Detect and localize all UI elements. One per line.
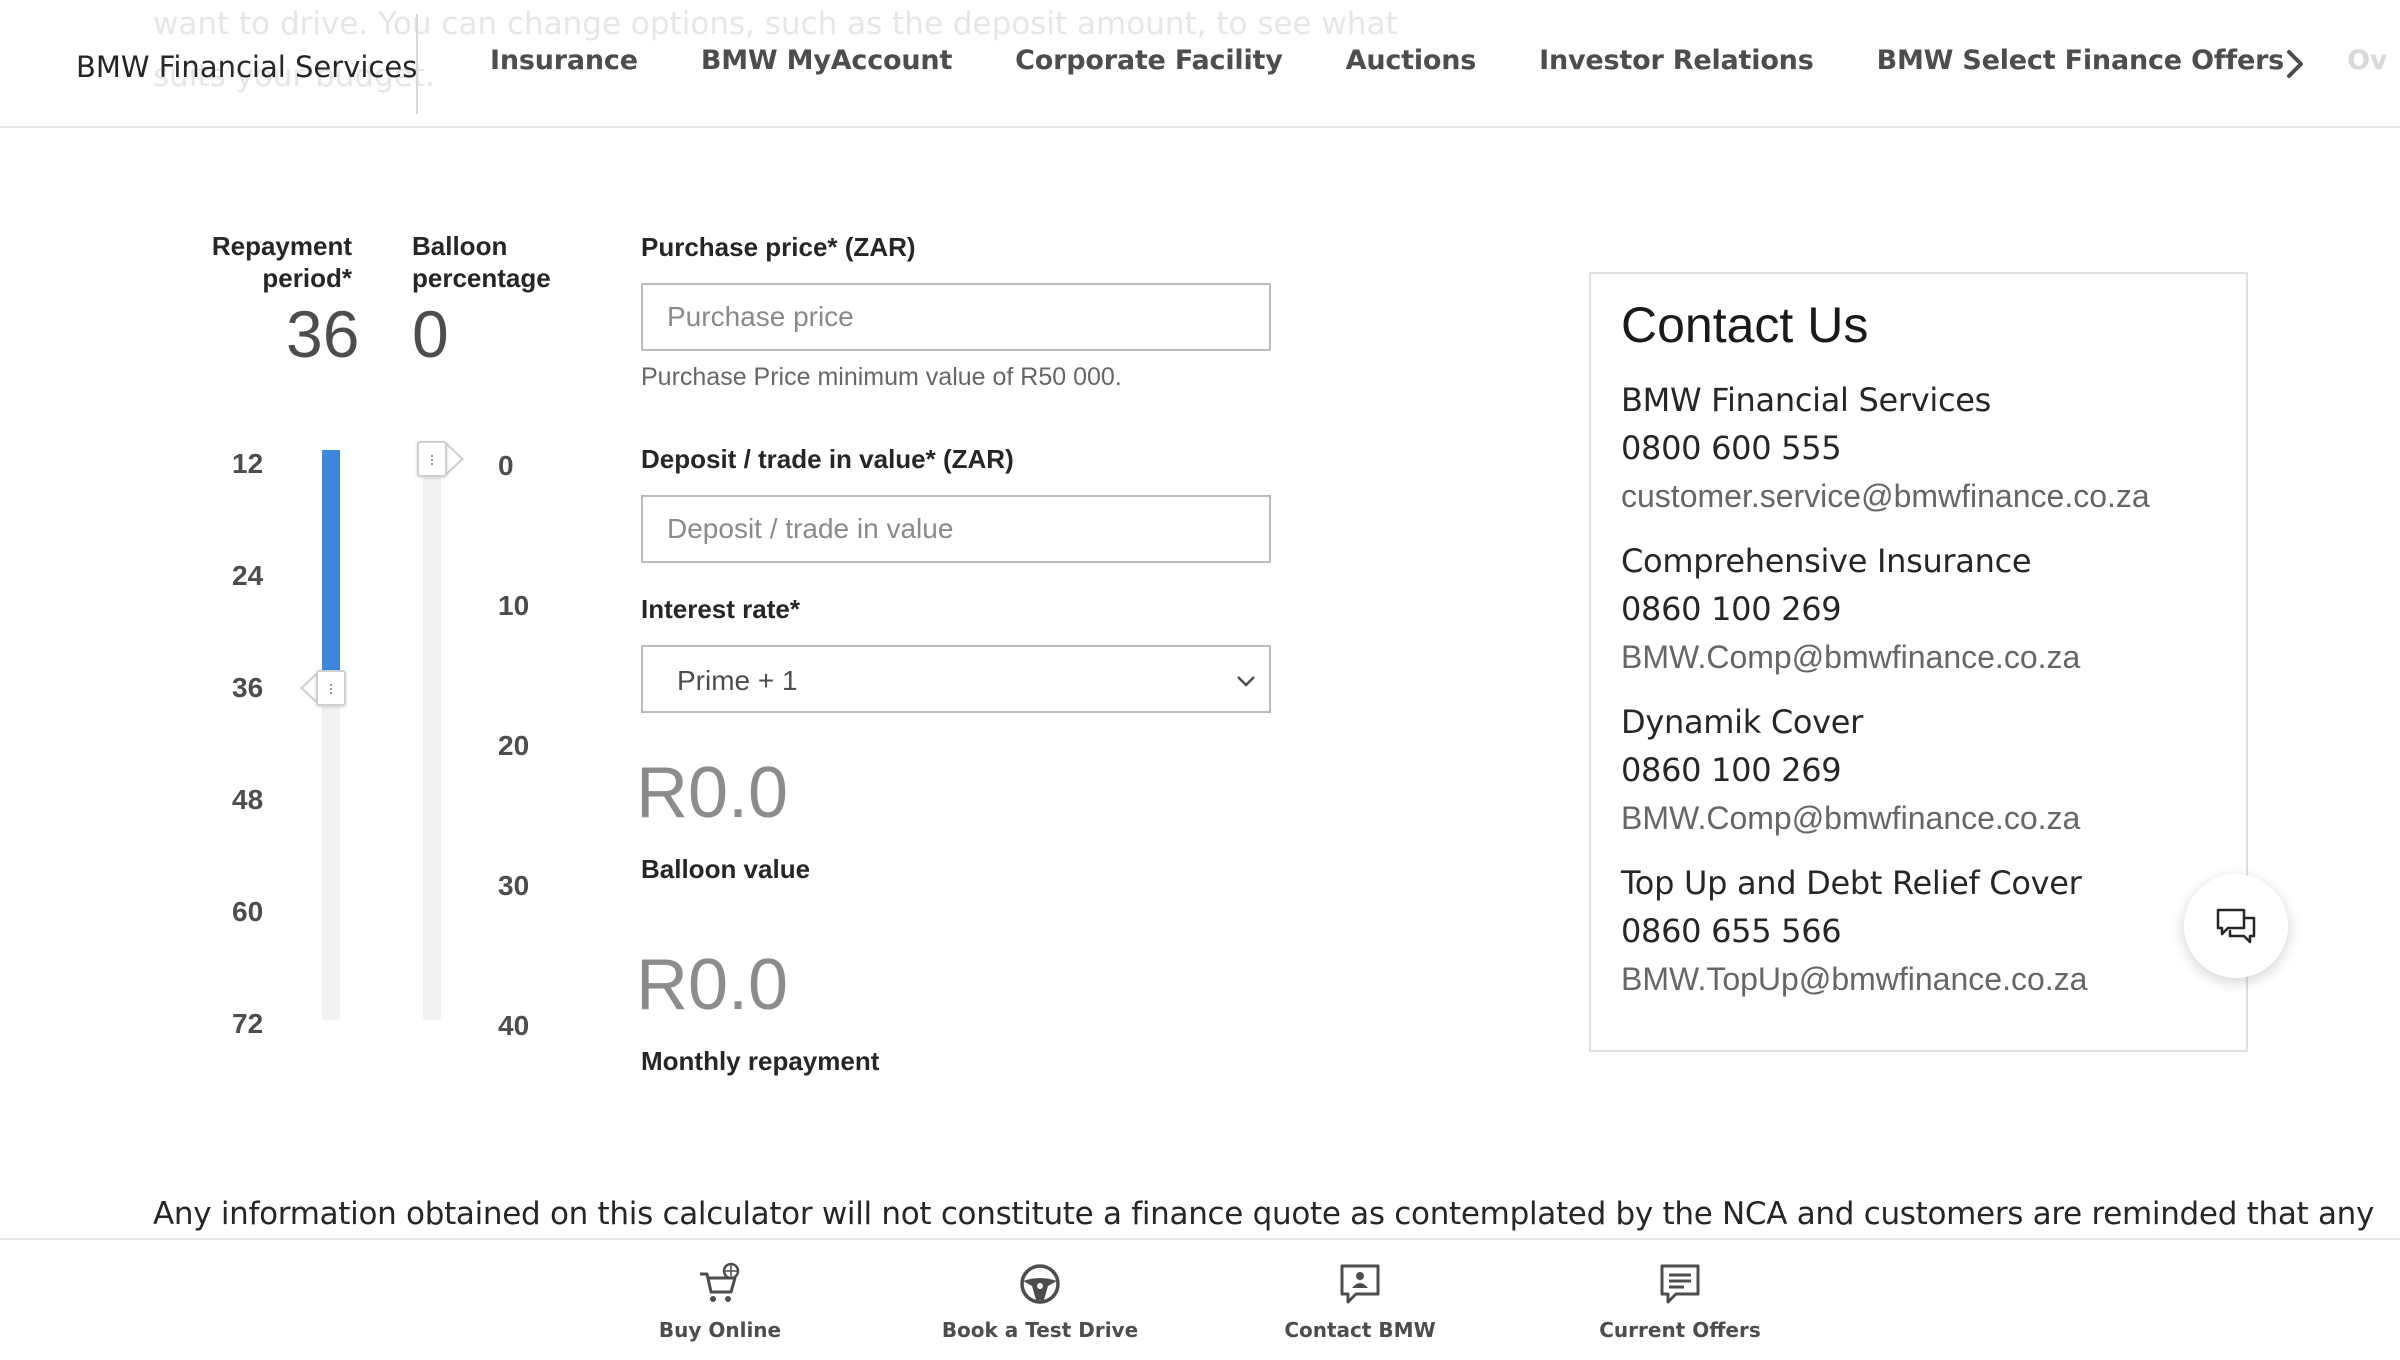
interest-rate-selected: Prime + 1 — [677, 665, 798, 696]
deposit-input[interactable] — [641, 495, 1271, 563]
chat-bubbles-icon — [2216, 908, 2256, 944]
contact-chat-icon — [1340, 1264, 1380, 1304]
balloon-tick: 20 — [498, 730, 530, 761]
repayment-period-label: Repayment period* — [211, 231, 352, 293]
balloon-percentage-label: Balloon percentage — [412, 231, 551, 293]
contact-title: Contact Us — [1621, 297, 1869, 353]
book-test-drive-button[interactable]: Book a Test Drive — [940, 1262, 1140, 1342]
contact-email[interactable]: BMW.Comp@bmwfinance.co.za — [1621, 633, 2080, 681]
balloon-slider-track[interactable] — [423, 444, 441, 1020]
repayment-slider-fill — [322, 450, 340, 688]
nav-overflow-item[interactable]: Ov — [2347, 45, 2391, 76]
current-offers-button[interactable]: Current Offers — [1580, 1262, 1780, 1342]
chevron-down-icon — [1237, 676, 1255, 687]
contact-email[interactable]: BMW.TopUp@bmwfinance.co.za — [1621, 955, 2087, 1003]
repayment-tick: 60 — [232, 896, 264, 927]
repayment-tick: 72 — [232, 1008, 264, 1039]
balloon-slider-handle[interactable] — [417, 441, 447, 477]
buy-online-button[interactable]: Buy Online — [620, 1262, 820, 1342]
contact-group-financial-services: BMW Financial Services 0800 600 555 cust… — [1621, 376, 2150, 520]
monthly-repayment-label: Monthly repayment — [641, 1046, 880, 1076]
contact-phone[interactable]: 0800 600 555 — [1621, 424, 2150, 472]
disclaimer-text: Any information obtained on this calcula… — [153, 1196, 2375, 1232]
nav-next-arrow-icon[interactable] — [2280, 46, 2310, 82]
interest-rate-select[interactable]: Prime + 1 — [641, 645, 1271, 713]
contact-name: Top Up and Debt Relief Cover — [1621, 864, 2082, 902]
nav-bmw-select-finance-offers[interactable]: BMW Select Finance Offers — [1877, 45, 2285, 76]
chat-button[interactable] — [2184, 874, 2288, 978]
nav-auctions[interactable]: Auctions — [1346, 45, 1477, 76]
cart-icon — [700, 1262, 740, 1302]
nav-investor-relations[interactable]: Investor Relations — [1539, 45, 1814, 76]
repayment-tick: 36 — [232, 672, 264, 703]
balloon-tick: 40 — [498, 1010, 530, 1041]
purchase-price-input[interactable] — [641, 283, 1271, 351]
contact-bmw-button[interactable]: Contact BMW — [1260, 1262, 1460, 1342]
contact-phone[interactable]: 0860 100 269 — [1621, 585, 2080, 633]
contact-group-dynamik-cover: Dynamik Cover 0860 100 269 BMW.Comp@bmwf… — [1621, 698, 2080, 842]
site-header: BMW Financial Services Insurance BMW MyA… — [0, 0, 2400, 128]
repayment-tick: 24 — [232, 560, 264, 591]
contact-email[interactable]: customer.service@bmwfinance.co.za — [1621, 472, 2150, 520]
monthly-repayment-amount: R0.0 — [636, 945, 789, 1025]
current-offers-label: Current Offers — [1599, 1318, 1761, 1342]
repayment-slider-handle[interactable] — [316, 670, 346, 706]
contact-bmw-label: Contact BMW — [1284, 1318, 1436, 1342]
balloon-tick: 0 — [498, 450, 514, 481]
interest-rate-label: Interest rate* — [641, 594, 800, 624]
contact-phone[interactable]: 0860 100 269 — [1621, 746, 2080, 794]
book-test-drive-label: Book a Test Drive — [941, 1318, 1139, 1342]
purchase-price-hint: Purchase Price minimum value of R50 000. — [641, 363, 1122, 391]
balloon-tick: 30 — [498, 870, 530, 901]
offers-chat-icon — [1660, 1264, 1700, 1304]
deposit-label: Deposit / trade in value* (ZAR) — [641, 444, 1014, 474]
steering-wheel-icon — [1020, 1264, 1060, 1304]
contact-name: Dynamik Cover — [1621, 703, 1864, 741]
nav-corporate-facility[interactable]: Corporate Facility — [1015, 45, 1283, 76]
balloon-percentage-value: 0 — [412, 297, 449, 371]
contact-name: BMW Financial Services — [1621, 381, 1992, 419]
repayment-tick: 12 — [232, 448, 264, 479]
header-divider — [416, 14, 418, 114]
contact-group-comprehensive-insurance: Comprehensive Insurance 0860 100 269 BMW… — [1621, 537, 2080, 681]
nav-bmw-myaccount[interactable]: BMW MyAccount — [701, 45, 953, 76]
purchase-price-label: Purchase price* (ZAR) — [641, 232, 916, 262]
balloon-amount: R0.0 — [636, 753, 789, 833]
repayment-tick: 48 — [232, 784, 264, 815]
buy-online-label: Buy Online — [658, 1318, 782, 1342]
contact-name: Comprehensive Insurance — [1621, 542, 2032, 580]
repayment-period-value: 36 — [286, 297, 360, 371]
balloon-amount-label: Balloon value — [641, 854, 811, 884]
contact-card: Contact Us BMW Financial Services 0800 6… — [1589, 272, 2248, 1052]
bottom-action-bar: Buy Online Book a Test Drive Contact BMW… — [0, 1238, 2400, 1360]
main-nav: Insurance BMW MyAccount Corporate Facili… — [490, 45, 2391, 76]
balloon-tick: 10 — [498, 590, 530, 621]
contact-group-top-up-debt-relief: Top Up and Debt Relief Cover 0860 655 56… — [1621, 859, 2087, 1003]
brand-name[interactable]: BMW Financial Services — [76, 50, 417, 84]
contact-email[interactable]: BMW.Comp@bmwfinance.co.za — [1621, 794, 2080, 842]
nav-insurance[interactable]: Insurance — [490, 45, 638, 76]
contact-phone[interactable]: 0860 655 566 — [1621, 907, 2087, 955]
balloon-thumb-pointer-inner — [446, 445, 461, 473]
